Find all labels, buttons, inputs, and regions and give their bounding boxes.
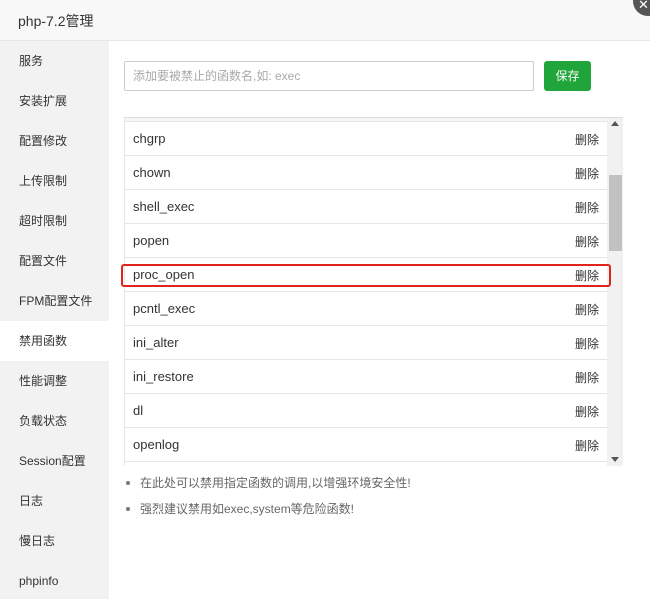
- scroll-down-arrow-icon[interactable]: [611, 457, 619, 462]
- delete-link[interactable]: 删除: [575, 165, 599, 182]
- table-row: openlog 删除: [125, 428, 607, 462]
- sidebar-item-log[interactable]: 日志: [0, 481, 109, 521]
- sidebar-item-disabled-functions[interactable]: 禁用函数: [0, 321, 109, 361]
- sidebar-item-upload-limit[interactable]: 上传限制: [0, 161, 109, 201]
- table-row: ini_alter 删除: [125, 326, 607, 360]
- sidebar-item-install-extension[interactable]: 安装扩展: [0, 81, 109, 121]
- delete-link[interactable]: 删除: [575, 437, 599, 454]
- sidebar-item-session-config[interactable]: Session配置: [0, 441, 109, 481]
- table-row: ini_restore 删除: [125, 360, 607, 394]
- scroll-thumb[interactable]: [609, 175, 622, 251]
- function-name: ini_restore: [133, 369, 194, 384]
- table-row: dl 删除: [125, 394, 607, 428]
- tip-text: 在此处可以禁用指定函数的调用,以增强环境安全性!: [140, 476, 411, 490]
- function-name: chgrp: [133, 131, 166, 146]
- table-scrollbar[interactable]: [607, 118, 623, 466]
- table-row: chown 删除: [125, 156, 607, 190]
- sidebar-item-performance[interactable]: 性能调整: [0, 361, 109, 401]
- sidebar-item-service[interactable]: 服务: [0, 41, 109, 81]
- table-row: chgrp 删除: [125, 122, 607, 156]
- function-name: popen: [133, 233, 170, 248]
- sidebar-item-phpinfo[interactable]: phpinfo: [0, 561, 109, 599]
- delete-link[interactable]: 删除: [575, 369, 599, 386]
- sidebar-item-timeout-limit[interactable]: 超时限制: [0, 201, 109, 241]
- table-row: shell_exec 删除: [125, 190, 607, 224]
- delete-link[interactable]: 删除: [575, 301, 599, 318]
- delete-link[interactable]: 删除: [575, 233, 599, 250]
- function-name: ini_alter: [133, 335, 179, 350]
- delete-link[interactable]: 删除: [575, 267, 599, 284]
- table-row: pcntl_exec 删除: [125, 292, 607, 326]
- scroll-up-arrow-icon[interactable]: [611, 121, 619, 126]
- bullet-icon: [126, 481, 130, 485]
- disabled-functions-table: chgrp 删除 chown 删除 shell_exec 删除 popen 删除…: [124, 117, 623, 466]
- function-name-input[interactable]: [124, 61, 534, 91]
- sidebar-item-load-status[interactable]: 负载状态: [0, 401, 109, 441]
- tips-list: 在此处可以禁用指定函数的调用,以增强环境安全性! 强烈建议禁用如exec,sys…: [124, 476, 624, 528]
- sidebar-item-fpm-config[interactable]: FPM配置文件: [0, 281, 109, 321]
- close-icon: ✕: [638, 0, 649, 12]
- sidebar-item-slow-log[interactable]: 慢日志: [0, 521, 109, 561]
- function-name: chown: [133, 165, 171, 180]
- delete-link[interactable]: 删除: [575, 403, 599, 420]
- sidebar: 服务 安装扩展 配置修改 上传限制 超时限制 配置文件 FPM配置文件 禁用函数…: [0, 41, 109, 599]
- sidebar-item-config-file[interactable]: 配置文件: [0, 241, 109, 281]
- function-name: pcntl_exec: [133, 301, 196, 316]
- function-name: shell_exec: [133, 199, 195, 214]
- main-panel: 保存 chgrp 删除 chown 删除 shell_exec 删除 popen…: [109, 41, 650, 599]
- window-title: php-7.2管理: [18, 13, 94, 29]
- function-name: openlog: [133, 437, 180, 452]
- tip-item: 强烈建议禁用如exec,system等危险函数!: [124, 502, 624, 528]
- sidebar-item-config-modify[interactable]: 配置修改: [0, 121, 109, 161]
- delete-link[interactable]: 删除: [575, 335, 599, 352]
- tip-item: 在此处可以禁用指定函数的调用,以增强环境安全性!: [124, 476, 624, 502]
- table-row: proc_open 删除: [125, 258, 607, 292]
- title-bar: php-7.2管理: [0, 0, 650, 41]
- function-name: proc_open: [133, 267, 195, 282]
- table-row: popen 删除: [125, 224, 607, 258]
- bullet-icon: [126, 507, 130, 511]
- delete-link[interactable]: 删除: [575, 131, 599, 148]
- delete-link[interactable]: 删除: [575, 199, 599, 216]
- save-button[interactable]: 保存: [544, 61, 591, 91]
- tip-text: 强烈建议禁用如exec,system等危险函数!: [140, 502, 355, 516]
- function-name: dl: [133, 403, 144, 418]
